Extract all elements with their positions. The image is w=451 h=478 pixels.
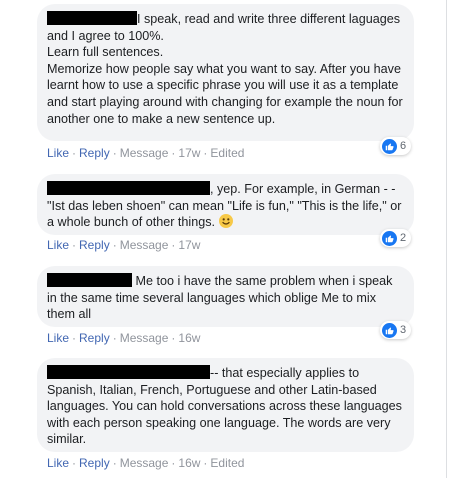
message-link[interactable]: Message	[120, 456, 169, 470]
comment-actions: Like · Reply · Message · 17w · Edited	[47, 146, 245, 160]
thumbs-up-icon	[382, 138, 397, 154]
comment-actions: Like · Reply · Message · 16w	[47, 331, 201, 345]
reply-link[interactable]: Reply	[79, 331, 110, 345]
comment-text: -- that especially applies to Spanish, I…	[47, 365, 406, 447]
comment-text: , yep. For example, in German - - "Ist d…	[47, 181, 405, 230]
comment-text: Me too i have the same problem when i sp…	[47, 273, 396, 322]
comment-actions: Like · Reply · Message · 17w	[47, 238, 201, 252]
message-link[interactable]: Message	[120, 331, 169, 345]
redacted-author-name	[47, 273, 132, 287]
edited-label[interactable]: Edited	[210, 146, 244, 160]
reaction-badge[interactable]: 2	[380, 229, 412, 247]
comment-actions: Like · Reply · Message · 16w · Edited	[47, 456, 245, 470]
thumbs-up-icon	[382, 322, 397, 338]
comment-text: I speak, read and write three different …	[47, 11, 403, 126]
timestamp[interactable]: 17w	[178, 146, 200, 160]
message-link[interactable]: Message	[120, 238, 169, 252]
reaction-badge[interactable]: 6	[380, 137, 412, 155]
comment-bubble: -- that especially applies to Spanish, I…	[37, 358, 414, 452]
reply-link[interactable]: Reply	[79, 238, 110, 252]
timestamp[interactable]: 16w	[178, 456, 200, 470]
like-link[interactable]: Like	[47, 238, 69, 252]
comment-bubble: Me too i have the same problem when i sp…	[37, 266, 414, 327]
comment-bubble: I speak, read and write three different …	[37, 4, 414, 141]
reply-link[interactable]: Reply	[79, 456, 110, 470]
message-link[interactable]: Message	[120, 146, 169, 160]
timestamp[interactable]: 17w	[178, 238, 200, 252]
edited-label[interactable]: Edited	[210, 456, 244, 470]
timestamp[interactable]: 16w	[178, 331, 200, 345]
redacted-author-name	[47, 11, 137, 25]
like-link[interactable]: Like	[47, 331, 69, 345]
thumbs-up-icon	[382, 230, 397, 246]
redacted-author-name	[47, 365, 210, 379]
like-link[interactable]: Like	[47, 456, 69, 470]
reaction-count: 2	[400, 232, 407, 244]
like-link[interactable]: Like	[47, 146, 69, 160]
redacted-author-name	[47, 181, 210, 195]
right-divider	[446, 0, 447, 478]
smiling-face-icon	[218, 214, 233, 229]
reaction-count: 6	[400, 140, 407, 152]
reaction-badge[interactable]: 3	[380, 321, 412, 339]
reaction-count: 3	[400, 324, 407, 336]
reply-link[interactable]: Reply	[79, 146, 110, 160]
comment-bubble: , yep. For example, in German - - "Ist d…	[37, 174, 414, 235]
